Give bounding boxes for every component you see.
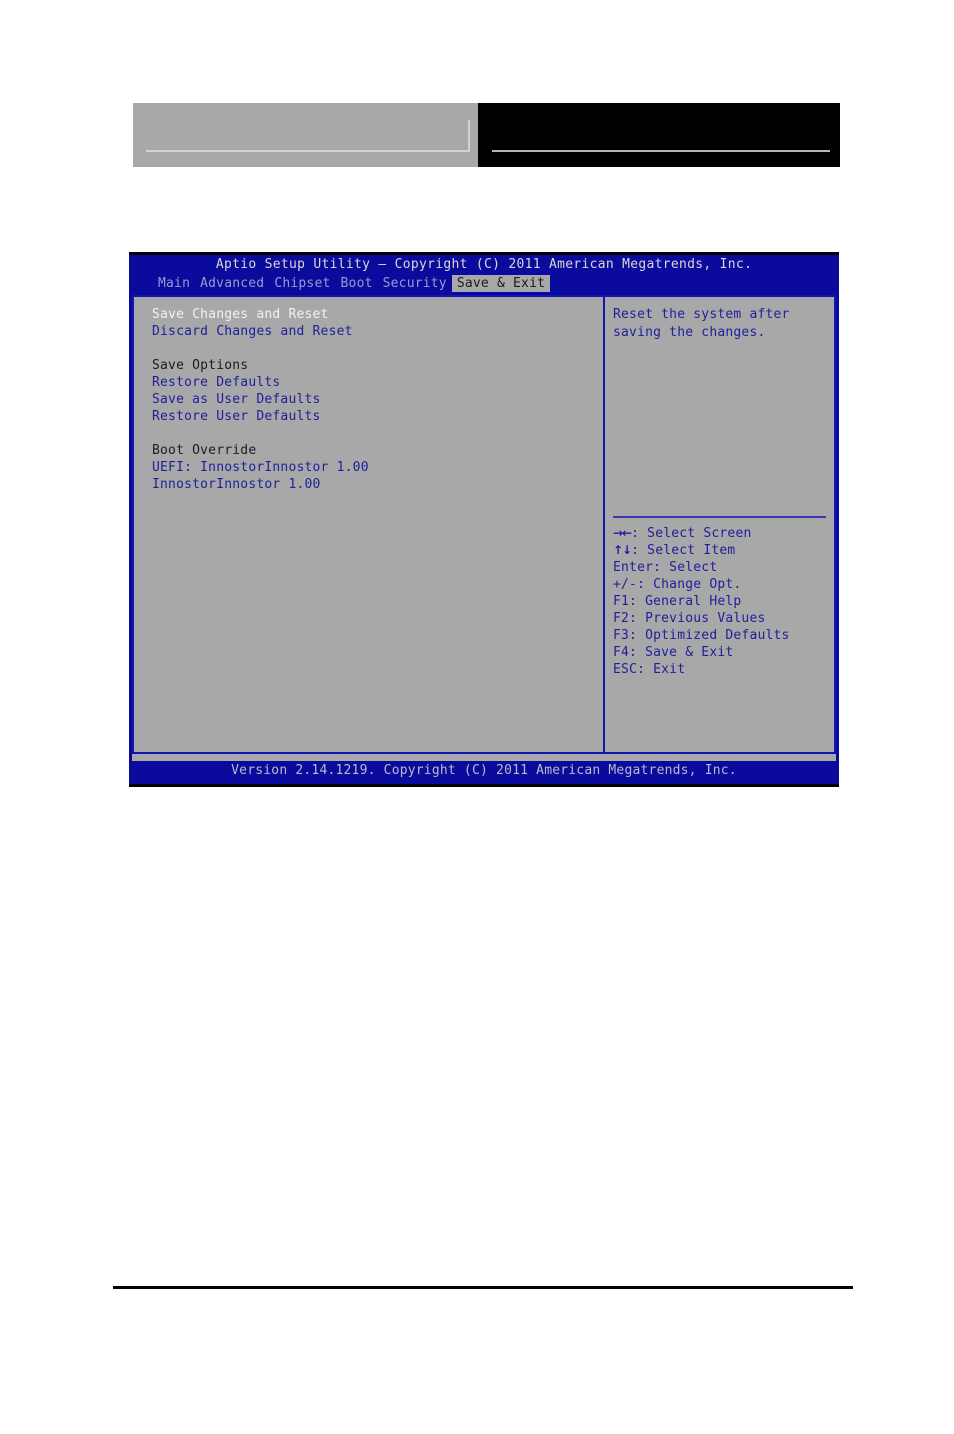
bios-key-f1-general-help: F1: General Help — [613, 594, 742, 609]
bios-key-f3-optimized-defaults: F3: Optimized Defaults — [613, 628, 790, 643]
page-bottom-rule — [113, 1286, 853, 1289]
menu-tab-main[interactable]: Main — [153, 275, 195, 292]
bios-option-save-changes-and-reset[interactable]: Save Changes and Reset — [152, 306, 603, 323]
header-black-block — [478, 103, 840, 167]
header-black-horizontal-rule — [492, 150, 830, 152]
bios-menu-bar[interactable]: Main Advanced Chipset Boot Security Save & Ex… — [129, 275, 839, 292]
bios-option-save-as-user-defaults[interactable]: Save as User Defaults — [152, 391, 603, 408]
bios-key-select-item: ↑↓: Select Item — [613, 542, 830, 559]
menu-tab-boot[interactable]: Boot — [336, 275, 378, 292]
menu-tab-chipset[interactable]: Chipset — [269, 275, 335, 292]
bios-option-discard-changes-and-reset[interactable]: Discard Changes and Reset — [152, 323, 603, 340]
bios-option-restore-user-defaults[interactable]: Restore User Defaults — [152, 408, 603, 425]
bios-setup-screen: Aptio Setup Utility – Copyright (C) 2011… — [129, 252, 839, 787]
bios-key-change-opt: +/-: Change Opt. — [613, 577, 742, 592]
menu-tab-security[interactable]: Security — [378, 275, 452, 292]
bios-option-innostorinnostor-1-00[interactable]: InnostorInnostor 1.00 — [152, 476, 603, 493]
bios-option-spacer — [152, 425, 603, 442]
bios-key-f4-save-exit: F4: Save & Exit — [613, 645, 734, 660]
bios-key-label: : Select Item — [631, 543, 736, 558]
page-header-decorative-blocks — [133, 103, 840, 167]
bios-option-uefi-innostorinnostor-1-00[interactable]: UEFI: InnostorInnostor 1.00 — [152, 459, 603, 476]
bios-options-pane: Save Changes and Reset Discard Changes an… — [134, 297, 603, 752]
bios-title: Aptio Setup Utility – Copyright (C) 2011… — [129, 255, 839, 275]
bios-key-select-screen: →←: Select Screen — [613, 525, 830, 542]
bios-footer-version: Version 2.14.1219. Copyright (C) 2011 Am… — [129, 761, 839, 781]
menu-tab-save-exit[interactable]: Save & Exit — [451, 275, 551, 292]
bios-section-header-save-options: Save Options — [152, 358, 249, 373]
bios-key-enter-select: Enter: Select — [613, 560, 718, 575]
arrow-keys-icon: →← — [613, 526, 632, 540]
bios-key-legend: →←: Select Screen ↑↓: Select Item Enter: S… — [613, 525, 830, 678]
header-gray-vertical-rule — [468, 120, 470, 152]
bios-option-spacer — [152, 340, 603, 357]
header-gray-horizontal-rule — [146, 150, 470, 152]
bios-key-esc-exit: ESC: Exit — [613, 662, 686, 677]
bios-key-label: : Select Screen — [631, 526, 752, 541]
bios-content-area: Save Changes and Reset Discard Changes an… — [132, 295, 836, 754]
menu-tab-advanced[interactable]: Advanced — [195, 275, 269, 292]
bios-option-restore-defaults[interactable]: Restore Defaults — [152, 374, 603, 391]
bios-key-f2-previous-values: F2: Previous Values — [613, 611, 766, 626]
bios-help-pane: Reset the system after saving the change… — [603, 297, 834, 752]
bios-help-text: Reset the system after saving the change… — [613, 307, 790, 340]
header-gray-block — [133, 103, 478, 167]
bios-section-header-boot-override: Boot Override — [152, 443, 257, 458]
bios-help-separator — [613, 516, 826, 518]
arrow-keys-icon: ↑↓ — [613, 543, 632, 557]
